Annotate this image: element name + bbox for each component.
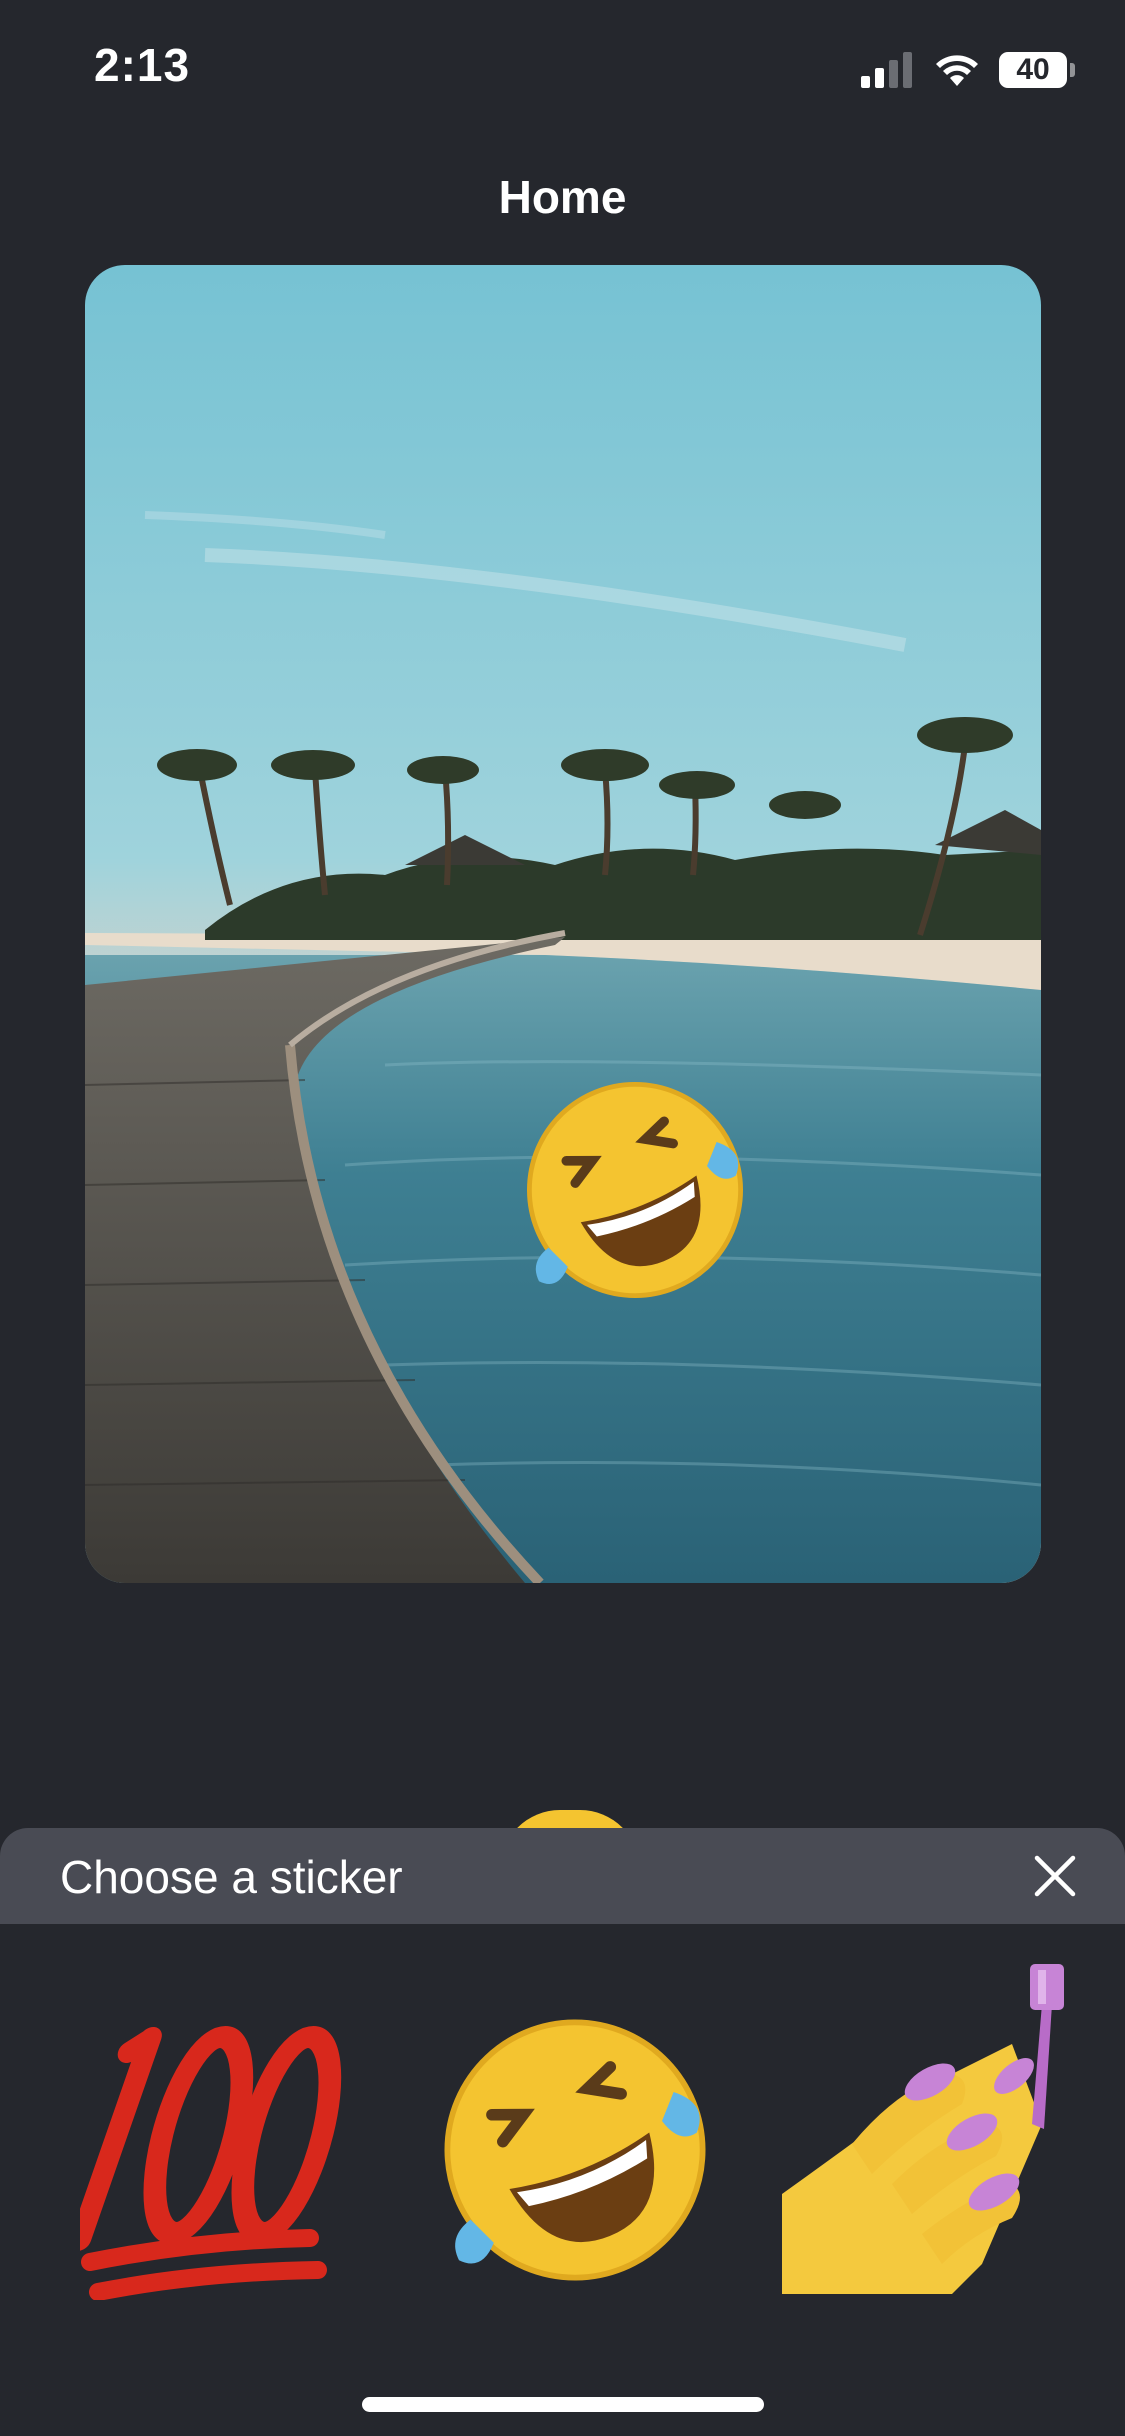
signal-icon: [861, 52, 912, 88]
battery-tip: [1070, 63, 1075, 77]
close-icon: [1034, 1855, 1076, 1897]
placed-sticker-laughing-emoji[interactable]: [515, 1070, 755, 1310]
sticker-panel-header: Choose a sticker: [0, 1828, 1125, 1924]
status-bar: 2:13 40: [0, 0, 1125, 140]
sticker-rolling-laughing[interactable]: [430, 2000, 730, 2300]
wifi-icon: [936, 55, 978, 86]
battery-icon: 40: [999, 52, 1067, 88]
rolling-laughing-icon: [444, 2019, 706, 2281]
nail-polish-icon: [782, 1964, 1064, 2294]
sticker-panel-title: Choose a sticker: [60, 1851, 403, 1903]
close-button[interactable]: [1023, 1844, 1087, 1908]
screen: 2:13 40 Home Choose a sticker: [0, 0, 1125, 2436]
page-title: Home: [498, 171, 627, 223]
home-indicator[interactable]: [362, 2397, 764, 2412]
status-icons: 40: [859, 48, 1075, 92]
sticker-panel: Choose a sticker: [0, 1828, 1125, 2436]
sticker-list: [0, 1964, 1125, 2340]
hundred-points-icon: [80, 2026, 342, 2300]
photo-canvas[interactable]: [85, 265, 1041, 1583]
sticker-nail-polish[interactable]: [782, 1964, 1082, 2294]
sticker-hundred-points[interactable]: [80, 2000, 380, 2300]
status-time: 2:13: [94, 39, 191, 91]
beach-photo: [85, 265, 1041, 1583]
battery-level: 40: [1016, 53, 1050, 86]
